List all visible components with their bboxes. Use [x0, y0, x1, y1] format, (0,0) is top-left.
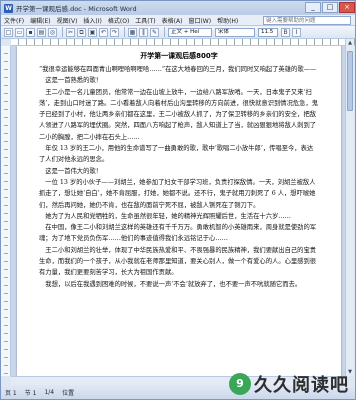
menu-format[interactable]: 格式(O) [108, 16, 129, 25]
toolbar-separator [62, 27, 63, 37]
scroll-thumb[interactable] [347, 51, 353, 111]
drawing-icon[interactable]: ✎ [150, 27, 159, 37]
maximize-button[interactable]: □ [322, 2, 338, 13]
document-paragraph: 一位 13 岁的小伙子——刘胡兰，她参加了妇女干部学习班，负责打探敌情。一天，刘… [39, 178, 316, 209]
status-section: 节 1 [24, 389, 37, 397]
menu-window[interactable]: 窗口(W) [188, 16, 211, 25]
menu-insert[interactable]: 插入(I) [83, 16, 101, 25]
save-icon[interactable]: ▪ [26, 27, 35, 37]
watermark-logo: 9 久久阅读吧 [229, 371, 349, 397]
redo-icon[interactable]: ↷ [110, 27, 119, 37]
columns-icon[interactable]: ‖ [139, 27, 148, 37]
menu-help[interactable]: 帮助(H) [217, 16, 238, 25]
document-paragraph: 在中国，像王二小和刘胡兰这样的英雄还有千千万万。勇敢机智的小英雄雨来，周身就是使… [39, 224, 317, 243]
menu-bar: 文件(F) 编辑(E) 视图(V) 插入(I) 格式(O) 工具(T) 表格(A… [1, 15, 355, 26]
document-paragraph: “我很幸运能够在四面青山啊哩哈啊哩哈……”在这大地春回的三月，我们同时又响起了英… [39, 66, 317, 73]
scroll-up-icon[interactable]: ▲ [346, 39, 354, 47]
document-paragraph: 年仅 13 岁的王二小，用他的生命谱写了一曲勇敢的歌，歌中‘歌唱二小放牛郎’，传… [39, 145, 314, 164]
undo-icon[interactable]: ↶ [99, 27, 108, 37]
word-app-icon: W [4, 3, 13, 13]
formatting-toolbar: □ ▭ ▪ ▤ ◎ ✂ ⧉ ▣ ↶ ↷ ▦ ‖ ✎ 正文 + Hei 宋体 11… [1, 26, 355, 39]
font-select[interactable]: 宋体 [215, 27, 255, 37]
font-size-select[interactable]: 11.5 [258, 27, 278, 37]
minimize-button[interactable]: _ [305, 2, 321, 13]
toolbar-separator [124, 27, 125, 37]
cut-icon[interactable]: ✂ [66, 27, 75, 37]
style-select[interactable]: 正文 + Hei [168, 27, 212, 37]
vertical-scrollbar[interactable]: ▲ ▼ [345, 39, 354, 376]
toolbar-separator [164, 27, 165, 37]
table-icon[interactable]: ▦ [128, 27, 137, 37]
ruler-ticks [4, 46, 8, 376]
menu-view[interactable]: 视图(V) [57, 16, 78, 25]
document-paragraph: 王二小和刘胡兰的壮举，体现了中华民族热爱和平、不畏强暴的民族精神，我们要献出自己… [39, 246, 317, 277]
document-paragraph: 王二小是一名儿童团员，他常常一边在山坡上放牛，一边给八路军放哨。一天，日本鬼子又… [39, 88, 319, 141]
document-area[interactable]: 开学第一课观后感800字 “我很幸运能够在四面青山啊哩哈啊哩哈……”在这大地春回… [11, 46, 347, 376]
logo-text: 久久阅读吧 [254, 375, 349, 396]
document-paragraph: 我想，以后在我遇到困难的时候，不要说一声‘不会’就放弃了，也不要一声不吭就随它而… [39, 280, 302, 288]
document-title: 开学第一课观后感800字 [140, 52, 218, 60]
new-icon[interactable]: □ [4, 27, 13, 37]
horizontal-ruler[interactable] [11, 39, 355, 46]
status-position: 位置 [62, 389, 75, 397]
ruler-ticks [11, 39, 355, 45]
title-bar: W 开学第一课观后感.doc - Microsoft Word _ □ × [1, 1, 355, 15]
document-page[interactable]: 开学第一课观后感800字 “我很幸运能够在四面青山啊哩哈啊哩哈……”在这大地春回… [17, 46, 341, 376]
copy-icon[interactable]: ⧉ [77, 27, 86, 37]
open-icon[interactable]: ▭ [15, 27, 24, 37]
status-page-count: 1/4 [44, 388, 55, 396]
print-icon[interactable]: ▤ [37, 27, 46, 37]
menu-table[interactable]: 表格(A) [162, 16, 183, 25]
menu-edit[interactable]: 编辑(E) [30, 16, 50, 25]
document-paragraph: 这是一首熟悉的歌！ [39, 77, 102, 85]
menu-file[interactable]: 文件(F) [4, 16, 24, 25]
preview-icon[interactable]: ◎ [48, 27, 57, 37]
help-search-input[interactable] [263, 16, 351, 25]
menu-tools[interactable]: 工具(T) [135, 16, 155, 25]
paste-icon[interactable]: ▣ [88, 27, 97, 37]
close-button[interactable]: × [339, 2, 355, 13]
status-page: 页 1 [5, 389, 17, 397]
word-window: W 开学第一课观后感.doc - Microsoft Word _ □ × 文件… [0, 0, 356, 400]
logo-icon: 9 [229, 373, 251, 395]
bold-icon[interactable]: B [281, 27, 290, 37]
document-paragraph: 这是一首伟大的歌！ [39, 167, 102, 175]
italic-icon[interactable]: I [292, 27, 301, 37]
vertical-ruler[interactable] [1, 46, 11, 376]
window-controls: _ □ × [304, 2, 355, 14]
document-paragraph: 她为了为人民和党牺牲的，生命虽然很年轻，她的精神光辉照耀后世，生活在十六岁…… [39, 212, 291, 220]
window-title: 开学第一课观后感.doc - Microsoft Word [16, 5, 137, 13]
